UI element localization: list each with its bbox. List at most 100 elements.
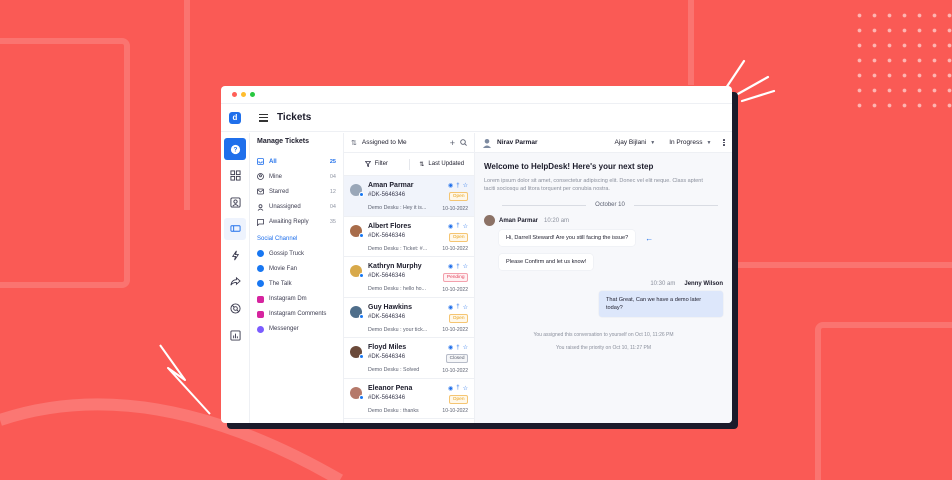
ticket-row[interactable]: Floyd Miles #DK-5646346 Demo Desku : Solve… <box>344 338 474 379</box>
filter-mine[interactable]: Mine 04 <box>257 169 343 184</box>
date-divider: October 10 <box>502 202 718 208</box>
pin-icon[interactable]: † <box>456 264 459 270</box>
minimize-window-dot[interactable] <box>241 92 246 97</box>
filter-all[interactable]: All 25 <box>257 154 343 169</box>
instagram-icon <box>257 310 264 318</box>
ticket-row[interactable]: Eleanor Pena #DK-5646346 Demo Desku : than… <box>344 379 474 419</box>
channel-label: Movie Fan <box>269 265 298 272</box>
star-icon[interactable]: ☆ <box>463 304 468 311</box>
reply-arrow-icon[interactable]: ← <box>645 234 653 243</box>
support-icon[interactable] <box>224 298 246 320</box>
background-dot-grid <box>852 8 952 108</box>
ticket-id: #DK-5646346 <box>368 354 406 360</box>
ticket-id: #DK-5646346 <box>368 394 406 401</box>
priority-icon[interactable]: ◉ <box>448 182 453 189</box>
ticket-id: #DK-5646346 <box>368 313 406 320</box>
customer-avatar <box>350 305 364 319</box>
priority-icon[interactable]: ◉ <box>448 223 453 230</box>
tickets-icon[interactable] <box>224 217 246 240</box>
star-icon[interactable]: ☆ <box>463 182 468 189</box>
conversation-body: Welcome to HelpDesk! Here's your next st… <box>475 153 732 423</box>
customer-avatar <box>350 224 364 238</box>
filter-button[interactable]: Filter <box>344 161 409 167</box>
maximize-window-dot[interactable] <box>250 92 255 97</box>
ticket-date: 10-10-2022 <box>442 327 468 333</box>
channel-instagram-comments[interactable]: Instagram Comments <box>257 307 343 322</box>
assigned-to-me-label[interactable]: Assigned to Me <box>362 139 450 146</box>
ticket-row[interactable]: Guy Hawkins #DK-5646346 Demo Desku : your … <box>344 298 474 338</box>
star-icon[interactable]: ☆ <box>463 263 468 270</box>
ticket-date: 10-10-2022 <box>442 286 468 293</box>
contact-name: Nirav Parmar <box>497 139 538 146</box>
svg-text:?: ? <box>233 146 237 153</box>
ticket-subject: Demo Desku : Hey it is... <box>368 205 427 211</box>
ticket-customer-name: Floyd Miles <box>368 344 407 351</box>
priority-icon[interactable]: ◉ <box>448 385 453 392</box>
app-logo[interactable]: d <box>229 111 241 124</box>
channel-the-talk[interactable]: The Talk <box>257 276 343 291</box>
reports-icon[interactable] <box>224 324 246 346</box>
dashboard-icon[interactable] <box>224 165 246 187</box>
ticket-subject: Demo Desku : hello ho... <box>368 286 426 292</box>
status-dropdown[interactable]: In Progress ▼ <box>669 139 711 146</box>
ticket-customer-name: Eleanor Pena <box>368 384 413 392</box>
ticket-row[interactable]: Aman Parmar #DK-5646346 Demo Desku : Hey i… <box>344 176 474 217</box>
ticket-id: #DK-5646346 <box>368 273 406 279</box>
agent-dropdown[interactable]: Ajay Bijlani ▼ <box>614 139 655 146</box>
pin-icon[interactable]: † <box>456 183 459 189</box>
ticket-subject: Demo Desku : Ticket: #... <box>368 245 428 252</box>
contacts-icon[interactable] <box>224 191 246 213</box>
channel-messenger[interactable]: Messenger <box>257 322 343 337</box>
ticket-customer-name: Guy Hawkins <box>368 303 412 311</box>
pin-icon[interactable]: † <box>456 345 459 351</box>
sort-button[interactable]: ⇅ Last Updated <box>410 161 475 168</box>
welcome-heading: Welcome to HelpDesk! Here's your next st… <box>484 162 654 171</box>
menu-icon[interactable] <box>259 113 268 122</box>
add-ticket-icon[interactable]: + <box>450 138 455 148</box>
priority-icon[interactable]: ◉ <box>448 304 453 311</box>
share-icon[interactable] <box>224 271 246 293</box>
ticket-row[interactable]: Albert Flores #DK-5646346 Demo Desku : Tic… <box>344 217 474 257</box>
more-options-icon[interactable] <box>723 138 725 147</box>
channel-label: The Talk <box>269 280 292 287</box>
filter-unassigned[interactable]: Unassigned 04 <box>257 200 343 215</box>
facebook-icon <box>359 394 364 400</box>
star-icon[interactable]: ☆ <box>463 344 468 351</box>
channel-instagram-dm[interactable]: Instagram Dm <box>257 292 343 307</box>
page-title: Tickets <box>277 112 312 123</box>
filter-button-label: Filter <box>374 161 388 167</box>
pin-icon[interactable]: † <box>456 304 459 310</box>
incoming-message-bubble: Please Confirm and let us know! <box>499 254 594 270</box>
star-icon[interactable]: ☆ <box>463 223 468 230</box>
pin-icon[interactable]: † <box>456 223 459 229</box>
ticket-customer-name: Albert Flores <box>368 222 412 230</box>
priority-icon[interactable]: ◉ <box>448 344 453 351</box>
channel-gossip-truck[interactable]: Gossip Truck <box>257 246 343 261</box>
facebook-icon <box>359 232 364 238</box>
filter-label: Starred <box>269 188 289 195</box>
automation-icon[interactable] <box>224 244 246 266</box>
system-event: You raised the priority on Oct 10, 11:27… <box>555 345 652 351</box>
help-icon[interactable]: ? <box>224 138 246 160</box>
filter-count: 12 <box>329 188 336 195</box>
close-window-dot[interactable] <box>232 92 237 97</box>
chevron-down-icon: ▼ <box>650 139 656 146</box>
channel-label: Instagram Dm <box>269 296 307 303</box>
agent-name: Ajay Bijlani <box>614 139 647 146</box>
sender-name: Aman Parmar <box>499 217 539 224</box>
ticket-date: 10-10-2022 <box>442 205 468 212</box>
channel-movie-fan[interactable]: Movie Fan <box>257 261 343 276</box>
star-icon[interactable]: ☆ <box>463 385 468 392</box>
ticket-id: #DK-5646346 <box>368 192 406 198</box>
search-icon[interactable] <box>460 139 467 146</box>
priority-icon[interactable]: ◉ <box>448 263 453 270</box>
filter-count: 25 <box>329 158 336 165</box>
ticket-row[interactable]: Kathryn Murphy #DK-5646346 Demo Desku : he… <box>344 257 474 298</box>
date-divider-label: October 10 <box>595 202 625 208</box>
filter-awaiting-reply[interactable]: Awaiting Reply 35 <box>257 215 343 230</box>
background-line-right <box>688 0 694 85</box>
pin-icon[interactable]: † <box>456 385 459 391</box>
filter-starred[interactable]: Starred 12 <box>257 184 343 199</box>
messenger-icon <box>257 325 264 333</box>
status-badge: Open <box>449 313 468 323</box>
